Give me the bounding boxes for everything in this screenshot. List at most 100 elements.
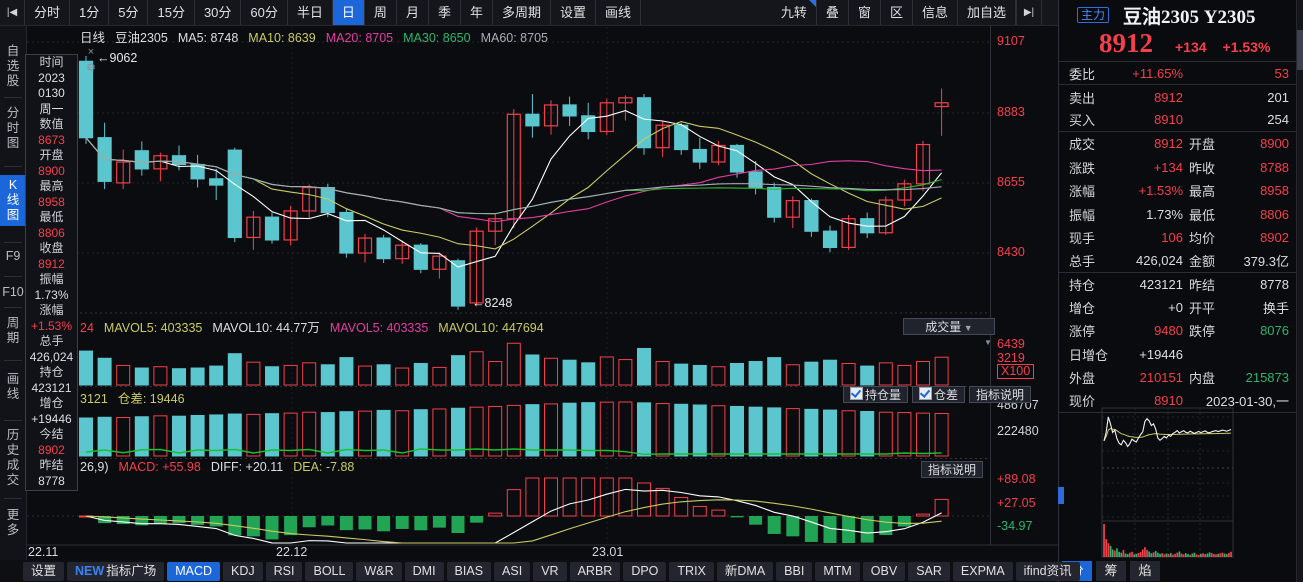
indicator-tab-设置[interactable]: 设置 xyxy=(23,562,64,581)
quote-label: 委比 xyxy=(1069,64,1119,83)
skip-to-start-icon[interactable]: |◀ xyxy=(0,0,25,25)
timeframe-button-季[interactable]: 季 xyxy=(429,0,461,25)
quote-value-right: 254 xyxy=(1227,112,1289,127)
tooltip-row: 1.73% xyxy=(26,288,77,304)
sidebar-item-F10[interactable]: F10 xyxy=(0,285,26,300)
quote-row-涨停: 涨停9480跌停8076 xyxy=(1059,319,1297,342)
sidebar-item-K线图[interactable]: K 线 图 xyxy=(0,175,26,226)
right-scrollbar-track[interactable] xyxy=(1296,0,1303,582)
checkbox-仓差[interactable]: 仓差 xyxy=(912,386,965,403)
checkbox-icon[interactable] xyxy=(919,387,932,400)
timeframe-button-半日[interactable]: 半日 xyxy=(288,0,333,25)
quote-value-right: 8076 xyxy=(1227,323,1289,338)
indicator-tab-label: ASI xyxy=(502,564,522,578)
sidebar-item-周期[interactable]: 周 期 xyxy=(0,316,26,346)
timeframe-button-分时[interactable]: 分时 xyxy=(25,0,70,25)
indicator-help-button[interactable]: 指标说明 xyxy=(921,461,983,478)
tool-button-加自选[interactable]: 加自选 xyxy=(958,0,1016,25)
quote-value: +134 xyxy=(1119,160,1183,175)
timeframe-button-60分[interactable]: 60分 xyxy=(241,0,287,25)
gear-icon[interactable]: ⚙ xyxy=(84,62,98,75)
minichart-tab-筹[interactable]: 筹 xyxy=(1096,561,1126,581)
indicator-tab-VR[interactable]: VR xyxy=(533,562,566,581)
main-contract-badge[interactable]: 主力 xyxy=(1077,7,1109,23)
checkbox-持仓量[interactable]: 持仓量 xyxy=(843,386,908,403)
indicator-tab-W&R[interactable]: W&R xyxy=(356,562,401,581)
quote-label: 涨幅 xyxy=(1069,181,1119,200)
quote-value: 8912 xyxy=(1119,136,1183,151)
skip-to-end-icon[interactable]: ▶| xyxy=(1016,0,1042,25)
oi-header-segment: 仓差: 19446 xyxy=(118,392,185,406)
timeframe-button-1分[interactable]: 1分 xyxy=(70,0,109,25)
ma-header-segment: MA20: 8705 xyxy=(326,31,393,45)
quote-label-right: 最高 xyxy=(1183,181,1227,200)
timeframe-button-周[interactable]: 周 xyxy=(365,0,397,25)
close-icon[interactable]: × xyxy=(84,46,98,59)
indicator-tab-TRIX[interactable]: TRIX xyxy=(669,562,713,581)
timeframe-button-日[interactable]: 日 xyxy=(333,0,365,25)
quote-label: 涨跌 xyxy=(1069,158,1119,177)
timeframe-button-多周期[interactable]: 多周期 xyxy=(493,0,551,25)
quote-value-right: 换手 xyxy=(1227,298,1289,317)
timeframe-button-30分[interactable]: 30分 xyxy=(195,0,241,25)
panel-scrollbar-thumb[interactable] xyxy=(1058,487,1064,504)
sidebar-item-分时图[interactable]: 分 时 图 xyxy=(0,106,26,151)
indicator-tab-EXPMA[interactable]: EXPMA xyxy=(953,562,1013,581)
macd-axis-label: +89.08 xyxy=(997,472,1036,486)
tool-button-叠[interactable]: 叠 xyxy=(817,0,849,25)
quote-value-right: 379.3亿 xyxy=(1227,251,1289,270)
indicator-tab-BOLL[interactable]: BOLL xyxy=(305,562,353,581)
indicator-tab-指标广场[interactable]: NEW指标广场 xyxy=(67,562,164,581)
indicator-tab-DPO[interactable]: DPO xyxy=(623,562,666,581)
quote-value-right: 8788 xyxy=(1227,160,1289,175)
selector-label: 成交量 xyxy=(925,320,961,334)
quote-value: 426,024 xyxy=(1119,253,1183,268)
sidebar-item-历史成交[interactable]: 历 史 成 交 xyxy=(0,428,26,488)
tool-button-窗[interactable]: 窗 xyxy=(849,0,881,25)
sidebar-item-F9[interactable]: F9 xyxy=(0,249,26,264)
indicator-tab-RSI[interactable]: RSI xyxy=(266,562,303,581)
macd-header-segment: MACD: +55.98 xyxy=(119,460,201,474)
timeframe-button-月[interactable]: 月 xyxy=(397,0,429,25)
sidebar-item-画线[interactable]: 画 线 xyxy=(0,372,26,402)
quote-value-right: 8902 xyxy=(1227,230,1289,245)
volume-indicator-selector[interactable]: 成交量 ▼ xyxy=(903,318,995,335)
sidebar-item-更多[interactable]: 更 多 xyxy=(0,508,26,538)
tool-button-区[interactable]: 区 xyxy=(881,0,913,25)
indicator-tab-SAR[interactable]: SAR xyxy=(908,562,950,581)
tooltip-row: 周一 xyxy=(26,102,77,118)
timeframe-button-5分[interactable]: 5分 xyxy=(109,0,148,25)
oi-checkbox-group: 持仓量仓差指标说明 xyxy=(843,386,1031,403)
indicator-tab-BIAS[interactable]: BIAS xyxy=(447,562,492,581)
timeframe-button-15分[interactable]: 15分 xyxy=(148,0,194,25)
timeframe-button-画线[interactable]: 画线 xyxy=(596,0,641,25)
indicator-tab-OBV[interactable]: OBV xyxy=(863,562,905,581)
sidebar-divider xyxy=(4,97,22,98)
timeframe-button-设置[interactable]: 设置 xyxy=(551,0,596,25)
tool-button-九转[interactable]: 九转 xyxy=(772,0,817,25)
indicator-tab-bar: 设置NEW指标广场MACDKDJRSIBOLLW&RDMIBIAS ASI VRAR… xyxy=(0,560,1058,582)
indicator-tab-KDJ[interactable]: KDJ xyxy=(223,562,263,581)
indicator-tab-BBI[interactable]: BBI xyxy=(776,562,812,581)
indicator-tab-ifind资讯[interactable]: ifind资讯 xyxy=(1016,562,1080,581)
main-chart-svg[interactable]: ←9062←8248 xyxy=(0,0,1058,558)
timeframe-button-年[interactable]: 年 xyxy=(461,0,493,25)
checkbox-icon[interactable] xyxy=(850,387,863,400)
indicator-tab-MTM[interactable]: MTM xyxy=(815,562,859,581)
sidebar-item-自选股[interactable]: 自 选 股 xyxy=(0,44,26,89)
indicator-tab-DMI[interactable]: DMI xyxy=(405,562,444,581)
tool-button-信息[interactable]: 信息 xyxy=(913,0,958,25)
indicator-tab-ARBR[interactable]: ARBR xyxy=(570,562,621,581)
quote-row-现手: 现手106均价8902 xyxy=(1059,226,1297,249)
indicator-help-button[interactable]: 指标说明 xyxy=(969,386,1031,403)
indicator-tab-MACD[interactable]: MACD xyxy=(167,562,220,581)
contract-title: 豆油2305 Y2305 xyxy=(1123,2,1255,29)
indicator-tab-label: EXPMA xyxy=(961,564,1005,578)
minichart-tab-焰[interactable]: 焰 xyxy=(1130,561,1160,581)
ma-header-segment: MA10: 8639 xyxy=(248,31,315,45)
right-scrollbar-thumb[interactable] xyxy=(1297,30,1303,70)
tooltip-row: 8958 xyxy=(26,195,77,211)
indicator-tab-新DMA[interactable]: 新DMA xyxy=(717,562,773,581)
tooltip-row: 最高 xyxy=(26,179,77,195)
indicator-tab-ASI[interactable]: ASI xyxy=(494,562,530,581)
